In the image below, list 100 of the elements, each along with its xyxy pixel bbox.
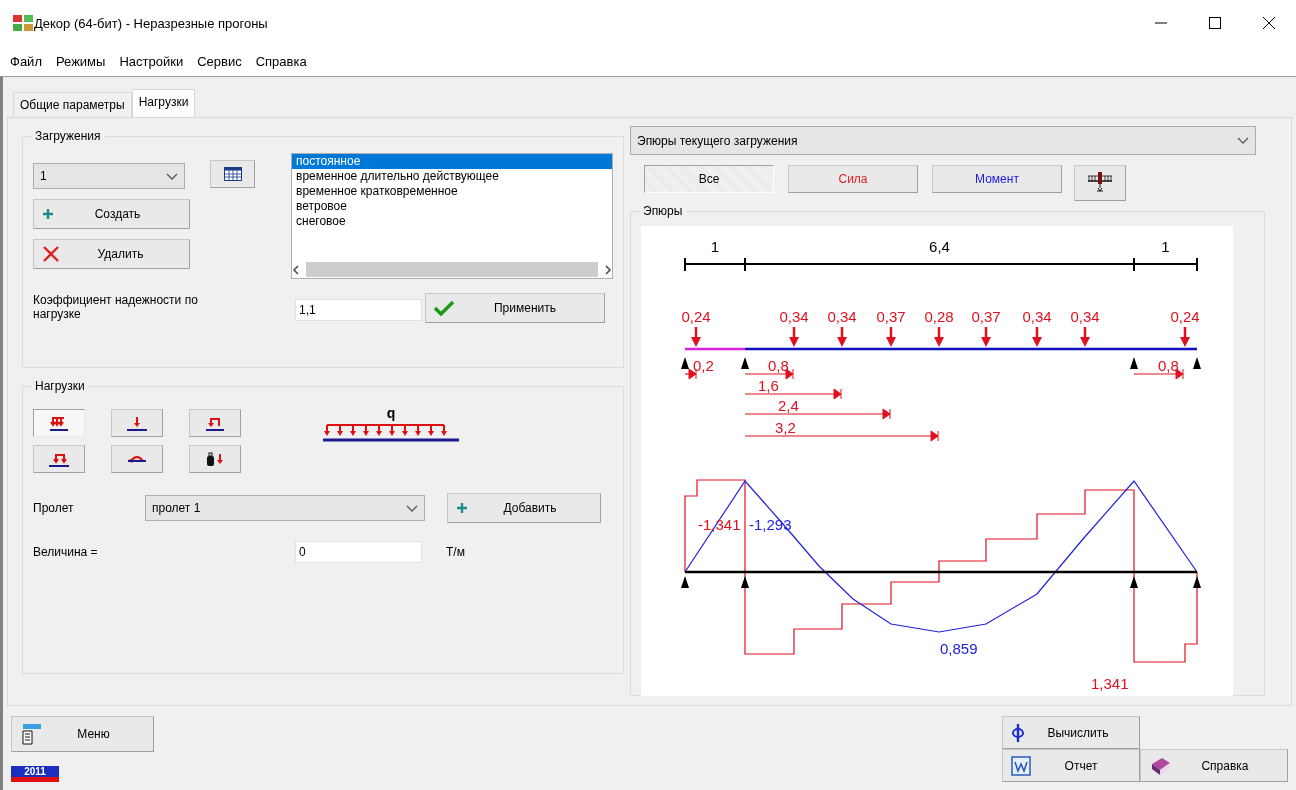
- shear-force-value: 1,341: [1091, 675, 1129, 692]
- word-document-icon: [1011, 755, 1031, 776]
- load-value: 0,34: [827, 308, 857, 325]
- list-item[interactable]: ветровое: [292, 199, 612, 214]
- load-type-button[interactable]: [111, 409, 163, 437]
- menu-item[interactable]: Сервис: [197, 51, 242, 71]
- support-icon: [1193, 576, 1201, 588]
- load-value: 0,28: [924, 308, 954, 325]
- load-value: 0,34: [1022, 308, 1052, 325]
- add-button[interactable]: Добавить: [447, 493, 601, 523]
- cross-icon: [42, 245, 60, 263]
- menu-button[interactable]: Меню: [11, 716, 154, 752]
- load-type-button[interactable]: [33, 409, 85, 437]
- table-button[interactable]: [210, 160, 255, 188]
- list-item[interactable]: постоянное: [292, 154, 612, 169]
- load-arrow: [837, 327, 847, 347]
- load-value: 0,24: [1170, 308, 1200, 325]
- horizontal-scrollbar[interactable]: [292, 261, 612, 278]
- support-icon: [741, 576, 749, 588]
- create-button[interactable]: Создать: [33, 199, 190, 229]
- plus-icon: [42, 208, 54, 220]
- app-icon: [12, 14, 34, 32]
- load-arrow: [691, 327, 701, 347]
- support-icon: [741, 357, 749, 369]
- beam-support-icon: [1087, 171, 1113, 195]
- menu-item[interactable]: Настройки: [119, 51, 184, 71]
- unit-label: Т/м: [446, 545, 465, 559]
- plus-icon: [456, 502, 468, 514]
- moment-value: 0,859: [940, 640, 978, 657]
- load-type-button[interactable]: [33, 445, 85, 473]
- apply-button[interactable]: Применить: [425, 293, 605, 323]
- span-length-label: 1: [710, 238, 720, 255]
- distance-label: 0,8: [768, 357, 789, 374]
- list-item[interactable]: снеговое: [292, 214, 612, 229]
- support-icon: [1130, 576, 1138, 588]
- list-item[interactable]: временное длительно действующее: [292, 169, 612, 184]
- filter-button[interactable]: Все: [644, 165, 774, 193]
- filter-button[interactable]: Сила: [788, 165, 918, 193]
- group-label: Нагрузки: [31, 379, 89, 393]
- group-label: Эпюры: [639, 204, 687, 218]
- diagram-mode-dropdown[interactable]: Эпюры текущего загружения: [630, 126, 1256, 155]
- factor-input[interactable]: 1,1: [295, 299, 422, 321]
- chevron-down-icon: [1237, 137, 1249, 144]
- tab[interactable]: Нагрузки: [131, 89, 196, 117]
- load-type-button[interactable]: [189, 409, 241, 437]
- scroll-right-icon[interactable]: [604, 264, 612, 275]
- list-item[interactable]: временное кратковременное: [292, 184, 612, 199]
- load-arrow: [1032, 327, 1042, 347]
- loading-type-list[interactable]: постоянное временное длительно действующее временное кратковременное ветровое снеговое: [291, 153, 613, 279]
- book-icon: [1149, 755, 1171, 776]
- loading-case-dropdown[interactable]: 1: [33, 163, 185, 189]
- load-type-button[interactable]: [111, 445, 163, 473]
- report-button[interactable]: Отчет: [1002, 749, 1140, 782]
- chevron-down-icon: [406, 504, 418, 512]
- delete-button[interactable]: Удалить: [33, 239, 190, 269]
- load-value: 0,24: [681, 308, 711, 325]
- load-value: 0,37: [876, 308, 906, 325]
- load-value: 0,37: [971, 308, 1001, 325]
- close-icon[interactable]: [1261, 15, 1277, 31]
- load-type-button[interactable]: [189, 445, 241, 473]
- load-arrow: [1080, 327, 1090, 347]
- span-length-label: 6,4: [929, 238, 950, 255]
- window-title: Декор (64-бит) - Неразрезные прогоны: [34, 15, 268, 31]
- distance-label: 2,4: [778, 397, 799, 414]
- value-label: Величина =: [33, 545, 99, 559]
- tab[interactable]: Общие параметры: [13, 92, 132, 117]
- load-value: 0,34: [779, 308, 809, 325]
- point-load-icon: [126, 414, 148, 432]
- load-arrow: [886, 327, 896, 347]
- table-icon: [223, 167, 242, 181]
- group-label: Загружения: [31, 129, 105, 143]
- distance-label: 1,6: [758, 377, 779, 394]
- support-icon: [681, 576, 689, 588]
- span-label: Пролет: [33, 501, 75, 515]
- chevron-down-icon: [166, 172, 178, 180]
- weight-icon: [204, 450, 226, 468]
- maximize-icon[interactable]: [1207, 15, 1223, 31]
- load-arrow: [981, 327, 991, 347]
- support-icon: [1193, 357, 1201, 369]
- distance-label: 0,8: [1158, 357, 1179, 374]
- load-value: 0,34: [1070, 308, 1100, 325]
- load-arrow: [1180, 327, 1190, 347]
- menu-item[interactable]: Файл: [10, 51, 42, 71]
- calculate-button[interactable]: Вычислить: [1002, 716, 1140, 749]
- filter-button[interactable]: Момент: [932, 165, 1062, 193]
- load-arrow: [789, 327, 799, 347]
- span-dropdown[interactable]: пролет 1: [145, 495, 425, 521]
- scroll-left-icon[interactable]: [292, 264, 300, 275]
- menu-item[interactable]: Справка: [255, 51, 307, 71]
- value-input[interactable]: 0: [295, 541, 422, 563]
- checkmark-icon: [434, 300, 454, 316]
- span-length-label: 1: [1161, 238, 1170, 255]
- menu-item[interactable]: Режимы: [55, 51, 106, 71]
- distance-label: 3,2: [775, 419, 796, 436]
- load-symbol: q: [386, 405, 396, 421]
- support-icon: [681, 357, 689, 369]
- beam-view-button[interactable]: [1074, 165, 1126, 201]
- help-button[interactable]: Справка: [1140, 749, 1288, 782]
- support-icon: [1130, 357, 1138, 369]
- phi-icon: [1011, 722, 1025, 743]
